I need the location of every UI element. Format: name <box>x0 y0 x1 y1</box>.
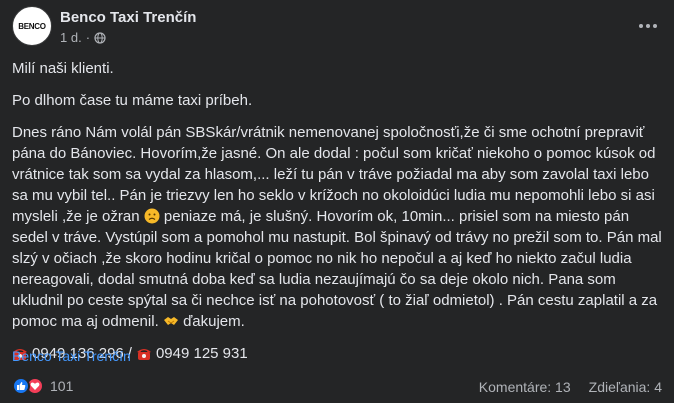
story-paragraph: Dnes ráno Nám volál pán SBSkár/vrátnik n… <box>12 122 664 332</box>
shares-count[interactable]: Zdieľania: 4 <box>589 379 662 395</box>
story-text-part2: peniaze má, je slušný. Hovorím ok, 10min… <box>12 208 662 330</box>
story-text-part3: ďakujem. <box>178 313 245 330</box>
post-footer: 101 Komentáre: 13 Zdieľania: 4 <box>12 377 662 399</box>
reactions-summary[interactable]: 101 <box>12 377 73 395</box>
worried-face-emoji <box>144 208 160 224</box>
reaction-count[interactable]: 101 <box>50 378 73 394</box>
facebook-post: BENCO Benco Taxi Trenčín 1 d. · Milí naš… <box>0 0 674 403</box>
post-header: BENCO Benco Taxi Trenčín 1 d. · <box>12 6 662 46</box>
post-meta: 1 d. · <box>60 30 106 45</box>
more-options-button[interactable] <box>634 12 662 40</box>
like-icon <box>12 377 30 395</box>
post-stats: Komentáre: 13 Zdieľania: 4 <box>479 379 662 395</box>
globe-icon <box>94 31 106 44</box>
signature-link[interactable]: Benco Taxi Trenčín <box>12 348 131 364</box>
phone-number-2[interactable]: 0949 125 931 <box>156 343 248 364</box>
intro-paragraph: Po dlhom čase tu máme taxi príbeh. <box>12 92 253 109</box>
comments-count[interactable]: Komentáre: 13 <box>479 379 571 395</box>
telephone-icon <box>136 348 151 360</box>
post-body: Milí naši klienti. Po dlhom čase tu máme… <box>12 58 664 375</box>
ellipsis-icon <box>639 24 657 28</box>
handshake-emoji <box>163 317 178 325</box>
greeting-paragraph: Milí naši klienti. <box>12 60 114 77</box>
post-time[interactable]: 1 d. <box>60 30 82 45</box>
page-avatar[interactable]: BENCO <box>12 6 52 46</box>
page-name-link[interactable]: Benco Taxi Trenčín <box>60 9 196 26</box>
meta-separator: · <box>85 30 91 45</box>
avatar-logo-text: BENCO <box>18 21 46 31</box>
